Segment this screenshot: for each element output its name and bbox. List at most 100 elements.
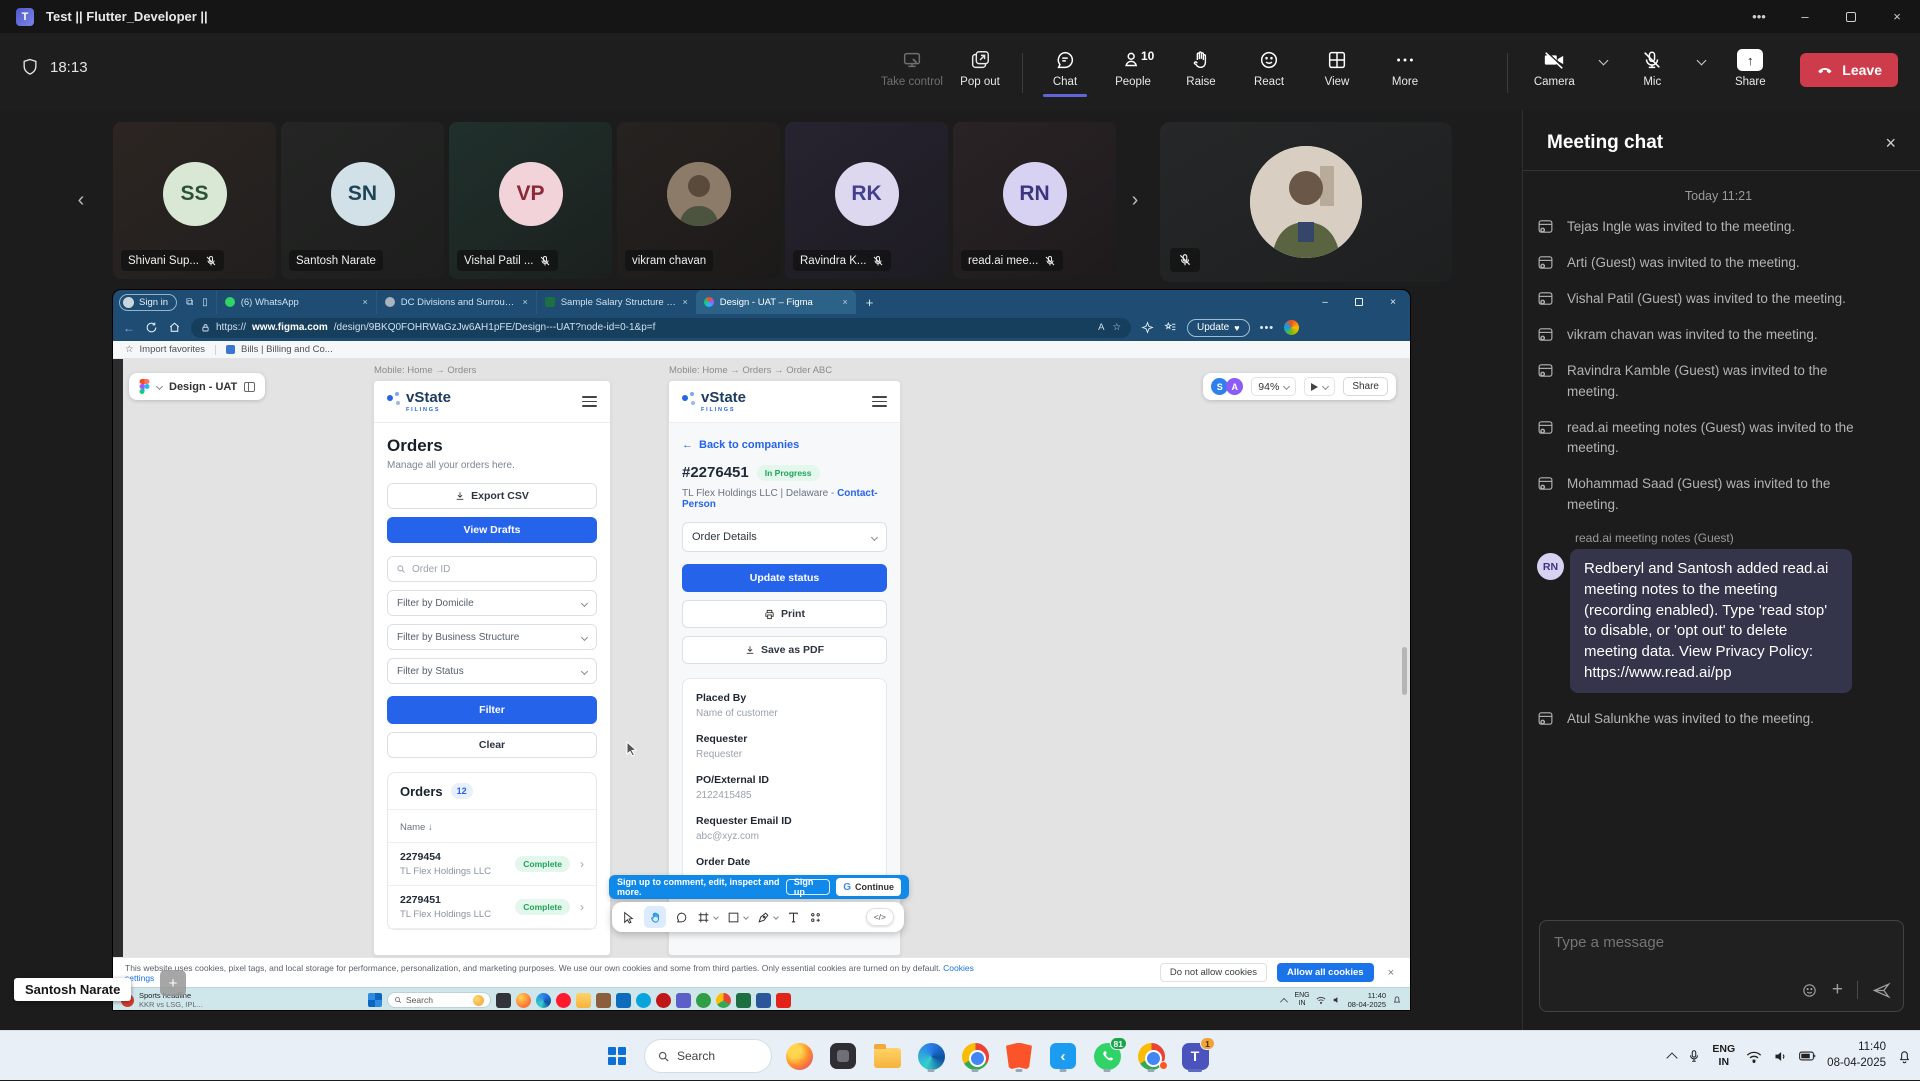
- signup-button[interactable]: Sign up: [786, 879, 830, 895]
- collaborator-avatar[interactable]: A: [1226, 378, 1243, 395]
- skype-icon[interactable]: [636, 993, 651, 1008]
- allow-cookies-button[interactable]: Allow all cookies: [1277, 963, 1374, 982]
- present-control[interactable]: [1304, 377, 1335, 396]
- chat-message-list[interactable]: Today 11:21 Tejas Ingle was invited to t…: [1523, 171, 1920, 730]
- move-tool-icon[interactable]: [622, 911, 635, 924]
- design-frame-orders[interactable]: vStateFILINGS Orders Manage all your ord…: [373, 380, 611, 956]
- new-tab-button[interactable]: +: [866, 295, 874, 310]
- notepad-icon[interactable]: [496, 993, 511, 1008]
- excel-icon[interactable]: [736, 993, 751, 1008]
- browser-essentials-icon[interactable]: [1141, 321, 1154, 334]
- hand-tool-active[interactable]: [644, 906, 666, 928]
- chrome-profile-taskbar-icon[interactable]: [1134, 1039, 1168, 1073]
- tab-dc-divisions[interactable]: DC Divisions and Surroundings×: [376, 290, 536, 314]
- volume-icon[interactable]: [1332, 995, 1342, 1005]
- system-clock[interactable]: 11:4008-04-2025: [1348, 991, 1386, 1010]
- taskbar-search-box[interactable]: Search: [644, 1039, 772, 1073]
- participant-tile[interactable]: RK Ravindra K...: [785, 122, 948, 279]
- zoom-control[interactable]: 94%: [1251, 377, 1296, 396]
- wifi-icon[interactable]: [1316, 996, 1326, 1004]
- dark-app-taskbar-icon[interactable]: [826, 1039, 860, 1073]
- tray-mic-icon[interactable]: [1687, 1049, 1701, 1063]
- layers-panel-icon[interactable]: [244, 382, 255, 392]
- bookmark-bills[interactable]: Bills | Billing and Co...: [241, 344, 333, 355]
- hamburger-menu-icon[interactable]: [872, 396, 887, 407]
- hamburger-menu-icon[interactable]: [582, 396, 597, 407]
- order-row[interactable]: 2279451TL Flex Holdings LLC Complete ›: [388, 886, 596, 928]
- chevron-down-icon[interactable]: [773, 914, 779, 920]
- dev-mode-toggle[interactable]: </>: [866, 908, 894, 926]
- edge-taskbar-icon[interactable]: [914, 1039, 948, 1073]
- browser-maximize-button[interactable]: [1342, 290, 1376, 314]
- figma-file-pill[interactable]: Design - UAT: [129, 373, 265, 400]
- participant-tile[interactable]: SN Santosh Narate: [281, 122, 444, 279]
- people-button[interactable]: 10 People: [1099, 41, 1167, 88]
- participant-tile[interactable]: vikram chavan: [617, 122, 780, 279]
- export-csv-button[interactable]: Export CSV: [387, 483, 597, 509]
- browser-minimize-button[interactable]: –: [1308, 290, 1342, 314]
- workspaces-icon[interactable]: ▯: [202, 297, 208, 308]
- start-button[interactable]: [600, 1039, 634, 1073]
- filter-status-select[interactable]: Filter by Status: [387, 658, 597, 684]
- pen-tool-icon[interactable]: [757, 911, 770, 924]
- tab-salary-sheet[interactable]: Sample Salary Structure with calc×: [536, 290, 696, 314]
- taskbar-clock[interactable]: 11:4008-04-2025: [1827, 1040, 1886, 1071]
- start-button[interactable]: [368, 993, 382, 1007]
- leave-button[interactable]: Leave: [1800, 53, 1898, 87]
- battery-icon[interactable]: [1799, 1050, 1816, 1062]
- deny-cookies-button[interactable]: Do not allow cookies: [1160, 963, 1267, 982]
- camera-options-button[interactable]: [1592, 41, 1614, 71]
- titlebar-more-icon[interactable]: •••: [1736, 0, 1782, 33]
- search-box[interactable]: Search: [387, 992, 491, 1008]
- print-button[interactable]: Print: [682, 600, 887, 628]
- read-aloud-icon[interactable]: A: [1098, 322, 1104, 333]
- chevron-down-icon[interactable]: [743, 914, 749, 920]
- whatsapp-taskbar-icon[interactable]: 81: [1090, 1039, 1124, 1073]
- mic-options-button[interactable]: [1690, 41, 1712, 71]
- store-icon[interactable]: [596, 993, 611, 1008]
- frame-label[interactable]: Mobile: Home → Orders → Order ABC: [669, 365, 832, 376]
- view-drafts-button[interactable]: View Drafts: [387, 517, 597, 543]
- view-button[interactable]: View: [1303, 41, 1371, 88]
- filter-business-structure-select[interactable]: Filter by Business Structure: [387, 624, 597, 650]
- chrome-icon[interactable]: [716, 993, 731, 1008]
- home-icon[interactable]: [168, 321, 181, 334]
- chat-input-box[interactable]: +: [1539, 920, 1904, 1012]
- chat-close-icon[interactable]: ×: [1885, 133, 1896, 154]
- comment-tool-icon[interactable]: [675, 911, 688, 924]
- favorites-list-icon[interactable]: [1164, 321, 1177, 334]
- notification-bell-icon[interactable]: [1897, 1049, 1912, 1064]
- tab-close-icon[interactable]: ×: [522, 297, 527, 307]
- tab-close-icon[interactable]: ×: [362, 297, 367, 307]
- actions-tool-icon[interactable]: [809, 911, 822, 924]
- send-icon[interactable]: [1872, 981, 1891, 1000]
- minimize-button[interactable]: –: [1782, 0, 1828, 33]
- order-details-select[interactable]: Order Details: [682, 522, 887, 552]
- acrobat-icon[interactable]: [776, 993, 791, 1008]
- participant-tile[interactable]: SS Shivani Sup...: [113, 122, 276, 279]
- close-button[interactable]: ×: [1874, 0, 1920, 33]
- firefox-icon[interactable]: [516, 993, 531, 1008]
- order-id-search-input[interactable]: Order ID: [387, 556, 597, 582]
- raise-hand-button[interactable]: Raise: [1167, 41, 1235, 88]
- back-icon[interactable]: ←: [123, 321, 135, 335]
- favorite-star-icon[interactable]: ☆: [1112, 322, 1121, 333]
- folder-icon[interactable]: [576, 993, 591, 1008]
- outlook-icon[interactable]: [616, 993, 631, 1008]
- chevron-down-icon[interactable]: [713, 914, 719, 920]
- language-indicator[interactable]: ENGIN: [1294, 992, 1309, 1009]
- tab-figma-active[interactable]: Design - UAT – Figma×: [696, 290, 856, 314]
- figma-canvas[interactable]: Design - UAT S A 94% Share Mobile: Home …: [113, 359, 1410, 957]
- share-button[interactable]: ↑ Share: [1716, 41, 1784, 88]
- wifi-icon[interactable]: [1746, 1050, 1762, 1063]
- filter-domicile-select[interactable]: Filter by Domicile: [387, 590, 597, 616]
- google-continue-button[interactable]: GContinue: [836, 878, 901, 896]
- active-speaker-tile[interactable]: [1160, 122, 1452, 282]
- chrome-taskbar-icon[interactable]: [958, 1039, 992, 1073]
- file-explorer-icon[interactable]: [870, 1039, 904, 1073]
- tray-overflow-icon[interactable]: [1280, 998, 1288, 1006]
- frame-label[interactable]: Mobile: Home → Orders: [374, 365, 476, 376]
- address-bar[interactable]: https://www.figma.com/design/9BKQ0FOHRWa…: [191, 318, 1131, 338]
- emoji-icon[interactable]: [1801, 982, 1818, 999]
- edge-icon[interactable]: [536, 993, 551, 1008]
